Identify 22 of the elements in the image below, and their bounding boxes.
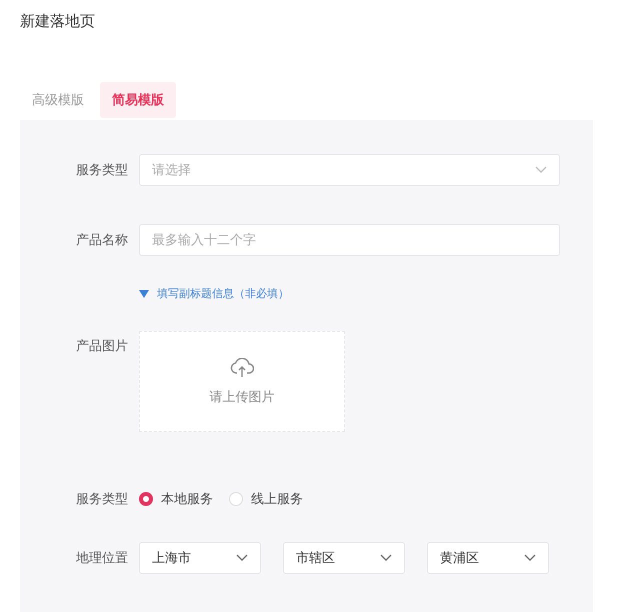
upload-hint: 请上传图片 [210,388,274,406]
region-select[interactable]: 黄浦区 [427,542,549,574]
field-label: 产品图片 [75,338,128,355]
radio-option[interactable]: 本地服务 [139,490,213,508]
region-select[interactable]: 上海市 [139,542,261,574]
field-label: 服务类型 [75,162,128,179]
radio-option[interactable]: 线上服务 [229,490,303,508]
chevron-down-icon [236,554,248,562]
product-name-input[interactable]: 最多输入十二个字 [139,224,560,256]
chevron-down-icon [380,554,392,562]
chevron-down-icon [535,166,547,174]
subtitle-toggle[interactable]: 填写副标题信息（非必填） [139,286,289,301]
template-tab[interactable]: 简易模版 [100,82,176,118]
window-title: 新建落地页 [19,11,96,32]
region-select[interactable]: 市辖区 [283,542,405,574]
chevron-down-icon [524,554,536,562]
cloud-upload-icon [230,358,254,378]
image-upload-area[interactable]: 请上传图片 [139,331,345,432]
triangle-icon [139,290,149,298]
field-label: 服务类型 [75,491,128,508]
field-label: 产品名称 [75,232,128,249]
field-label: 地理位置 [75,550,128,567]
